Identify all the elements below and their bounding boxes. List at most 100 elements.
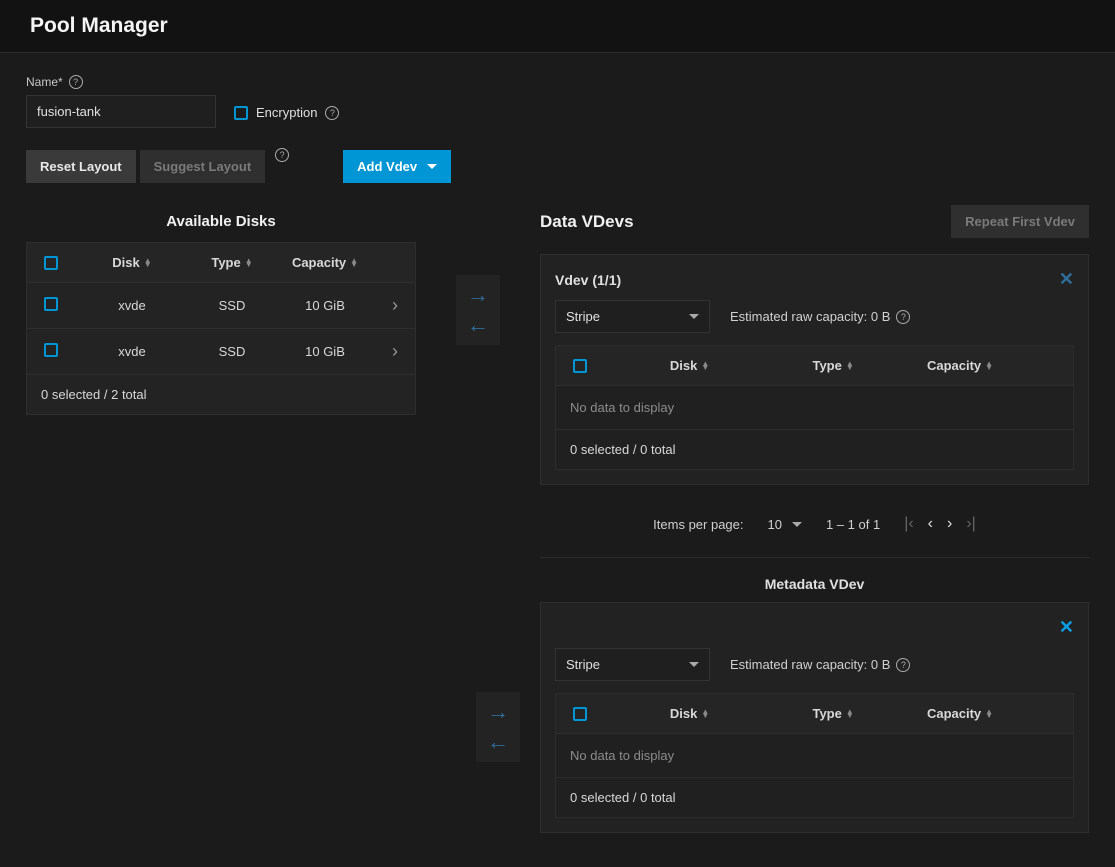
- dropdown-icon: [792, 522, 802, 527]
- header-disk[interactable]: Disk▲▼: [75, 243, 189, 282]
- available-disks-column: Available Disks Disk▲▼ Type▲▼ Capacity▲▼…: [26, 205, 416, 415]
- sort-icon: ▲▼: [245, 259, 253, 267]
- row-checkbox[interactable]: [44, 297, 58, 311]
- raw-capacity: Estimated raw capacity: 0 B ?: [730, 309, 910, 324]
- page-range: 1 – 1 of 1: [826, 517, 880, 532]
- header-capacity[interactable]: Capacity▲▼: [891, 694, 1029, 733]
- prev-page-button[interactable]: ‹: [928, 515, 933, 533]
- help-icon[interactable]: ?: [325, 106, 339, 120]
- move-left-button[interactable]: ←: [482, 728, 514, 756]
- cell-disk: xvde: [75, 286, 189, 325]
- help-icon[interactable]: ?: [896, 310, 910, 324]
- vdev-panel: Vdev (1/1) ✕ Stripe Estimated raw capaci…: [540, 254, 1089, 485]
- select-all-checkbox[interactable]: [44, 256, 58, 270]
- vdevs-column: Data VDevs Repeat First Vdev Vdev (1/1) …: [540, 205, 1089, 845]
- stripe-select[interactable]: Stripe: [555, 648, 710, 681]
- name-input[interactable]: [26, 95, 216, 128]
- encryption-label: Encryption: [256, 105, 317, 120]
- metadata-panel: ✕ Stripe Estimated raw capacity: 0 B ?: [540, 602, 1089, 833]
- expand-icon[interactable]: [392, 345, 398, 360]
- available-disks-panel: Disk▲▼ Type▲▼ Capacity▲▼ xvde SSD 10 GiB…: [26, 242, 416, 415]
- cell-type: SSD: [189, 332, 275, 371]
- move-right-button[interactable]: →: [462, 281, 494, 309]
- items-value: 10: [768, 517, 782, 532]
- sort-icon: ▲▼: [985, 362, 993, 370]
- vdev-table: Disk▲▼ Type▲▼ Capacity▲▼ No data to disp…: [555, 345, 1074, 470]
- select-all-checkbox[interactable]: [573, 359, 587, 373]
- header-disk[interactable]: Disk▲▼: [604, 694, 775, 733]
- last-page-button: ›|: [966, 515, 975, 533]
- move-left-button[interactable]: ←: [462, 311, 494, 339]
- available-table-head: Disk▲▼ Type▲▼ Capacity▲▼: [27, 243, 415, 283]
- select-all-checkbox[interactable]: [573, 707, 587, 721]
- raw-capacity: Estimated raw capacity: 0 B ?: [730, 657, 910, 672]
- reset-layout-button[interactable]: Reset Layout: [26, 150, 136, 183]
- cell-type: SSD: [189, 286, 275, 325]
- cell-capacity: 10 GiB: [275, 332, 375, 371]
- header-type[interactable]: Type▲▼: [775, 694, 891, 733]
- sort-icon: ▲▼: [701, 362, 709, 370]
- main-layout: Available Disks Disk▲▼ Type▲▼ Capacity▲▼…: [26, 205, 1089, 845]
- header-capacity[interactable]: Capacity▲▼: [275, 243, 375, 282]
- metadata-table: Disk▲▼ Type▲▼ Capacity▲▼ No data to disp…: [555, 693, 1074, 818]
- header-type[interactable]: Type▲▼: [775, 346, 891, 385]
- no-data-message: No data to display: [556, 734, 1073, 778]
- stripe-value: Stripe: [566, 657, 600, 672]
- titlebar: Pool Manager: [0, 0, 1115, 53]
- button-row: Reset Layout Suggest Layout ? Add Vdev: [26, 150, 1089, 183]
- add-vdev-label: Add Vdev: [357, 159, 417, 174]
- name-label: Name* ?: [26, 75, 216, 89]
- metadata-footer: 0 selected / 0 total: [556, 778, 1073, 817]
- close-icon[interactable]: ✕: [1059, 269, 1074, 290]
- help-icon[interactable]: ?: [69, 75, 83, 89]
- table-row[interactable]: xvde SSD 10 GiB: [27, 329, 415, 375]
- name-field-group: Name* ?: [26, 75, 216, 128]
- no-data-message: No data to display: [556, 386, 1073, 430]
- header-disk[interactable]: Disk▲▼: [604, 346, 775, 385]
- row-checkbox[interactable]: [44, 343, 58, 357]
- dropdown-icon: [689, 314, 699, 319]
- encryption-checkbox[interactable]: [234, 106, 248, 120]
- dropdown-icon: [689, 662, 699, 667]
- header-capacity[interactable]: Capacity▲▼: [891, 346, 1029, 385]
- cell-disk: xvde: [75, 332, 189, 371]
- data-vdevs-header: Data VDevs Repeat First Vdev: [540, 205, 1089, 244]
- vdev-footer: 0 selected / 0 total: [556, 430, 1073, 469]
- cell-capacity: 10 GiB: [275, 286, 375, 325]
- top-fields: Name* ? Encryption ?: [26, 75, 1089, 128]
- expand-icon[interactable]: [392, 299, 398, 314]
- encryption-group: Encryption ?: [234, 105, 339, 120]
- vdev-label: Vdev (1/1): [555, 272, 621, 288]
- dropdown-icon: [427, 164, 437, 169]
- help-icon[interactable]: ?: [275, 148, 289, 162]
- sort-icon: ▲▼: [846, 362, 854, 370]
- items-per-page-label: Items per page:: [653, 517, 743, 532]
- table-row[interactable]: xvde SSD 10 GiB: [27, 283, 415, 329]
- next-page-button[interactable]: ›: [947, 515, 952, 533]
- sort-icon: ▲▼: [985, 710, 993, 718]
- sort-icon: ▲▼: [144, 259, 152, 267]
- page-title: Pool Manager: [30, 14, 1085, 38]
- sort-icon: ▲▼: [846, 710, 854, 718]
- available-disks-title: Available Disks: [26, 213, 416, 230]
- header-type[interactable]: Type▲▼: [189, 243, 275, 282]
- help-icon[interactable]: ?: [896, 658, 910, 672]
- transfer-arrows: → ←: [456, 275, 500, 345]
- name-label-text: Name*: [26, 75, 63, 89]
- stripe-select[interactable]: Stripe: [555, 300, 710, 333]
- add-vdev-button[interactable]: Add Vdev: [343, 150, 451, 183]
- stripe-value: Stripe: [566, 309, 600, 324]
- sort-icon: ▲▼: [701, 710, 709, 718]
- move-right-button[interactable]: →: [482, 698, 514, 726]
- first-page-button: |‹: [904, 515, 913, 533]
- repeat-first-vdev-button: Repeat First Vdev: [951, 205, 1089, 238]
- close-icon[interactable]: ✕: [1059, 617, 1074, 638]
- content-area: Name* ? Encryption ? Reset Layout Sugges…: [0, 53, 1115, 867]
- suggest-layout-button: Suggest Layout: [140, 150, 266, 183]
- data-vdevs-title: Data VDevs: [540, 212, 634, 232]
- pager-arrows: |‹ ‹ › ›|: [904, 515, 976, 533]
- available-footer: 0 selected / 2 total: [27, 375, 415, 414]
- paginator: Items per page: 10 1 – 1 of 1 |‹ ‹ › ›|: [540, 497, 1089, 558]
- items-per-page-select[interactable]: 10: [768, 517, 802, 532]
- metadata-title: Metadata VDev: [540, 576, 1089, 592]
